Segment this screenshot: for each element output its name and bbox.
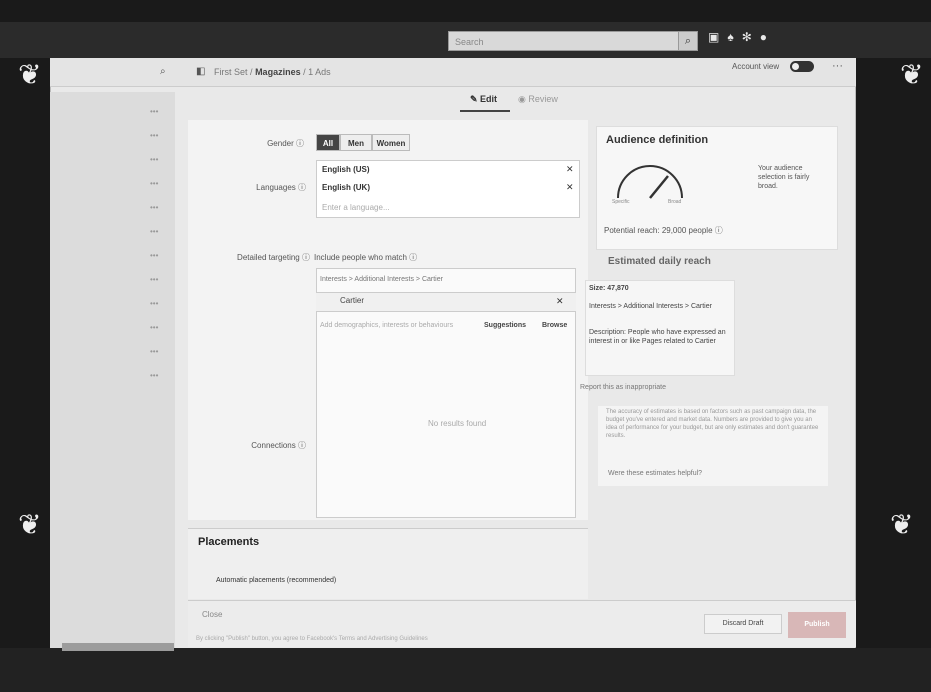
notification-bell-icon[interactable]: ♠ <box>727 30 741 44</box>
info-size: Size: 47,870 <box>589 285 629 292</box>
detailed-targeting-label: Detailed targeting ⓘ <box>237 253 310 262</box>
audience-description: Your audience selection is fairly broad. <box>758 165 810 190</box>
more-icon[interactable]: ··· <box>832 60 843 72</box>
search-icon[interactable]: ⌕ <box>160 66 166 77</box>
terms-text: By clicking "Publish" button, you agree … <box>196 636 428 642</box>
include-text: Include people who match ⓘ <box>314 253 418 262</box>
top-icons: ▣♠✻● <box>708 30 775 44</box>
gender-women-button[interactable]: Women <box>372 134 410 151</box>
remove-language-icon[interactable]: ✕ <box>566 164 574 175</box>
ornament-icon: ❦ <box>18 58 42 91</box>
ornament-icon: ❦ <box>890 508 914 541</box>
automatic-placements-option[interactable]: Automatic placements (recommended) <box>216 577 336 584</box>
targeting-input[interactable]: Add demographics, interests or behaviour… <box>320 322 453 329</box>
interest-path: Interests > Additional Interests > Carti… <box>320 276 443 283</box>
info-interests: Interests > Additional Interests > Carti… <box>589 303 712 310</box>
languages-label: Languages ⓘ <box>256 183 306 192</box>
horizontal-scrollbar[interactable] <box>62 643 174 651</box>
audience-gauge <box>617 165 683 199</box>
helpful-link[interactable]: Were these estimates helpful? <box>608 470 702 477</box>
crumb-ads[interactable]: 1 Ads <box>308 67 331 77</box>
browse-button[interactable]: Browse <box>542 322 567 329</box>
language-input[interactable]: Enter a language... <box>322 203 390 212</box>
estimated-reach-title: Estimated daily reach <box>608 256 711 267</box>
gender-all-button[interactable]: All <box>316 134 340 151</box>
language-item: English (UK) <box>322 183 370 192</box>
tab-edit[interactable]: ✎ Edit <box>470 94 497 105</box>
breadcrumb: First Set / Magazines / 1 Ads <box>214 67 331 77</box>
ornament-icon: ❦ <box>900 58 924 91</box>
potential-reach: Potential reach: 29,000 people ⓘ <box>604 226 723 235</box>
sidebar-icons: ••• ••• ••• ••• ••• ••• ••• ••• ••• ••• ••• ••• <box>150 107 159 380</box>
remove-interest-icon[interactable]: ✕ <box>556 296 564 307</box>
gauge-broad-label: Broad <box>668 199 682 205</box>
no-results-text: No results found <box>428 419 487 428</box>
gauge-specific-label: Specific <box>612 199 630 205</box>
tab-review[interactable]: ◉ Review <box>518 94 558 105</box>
discard-draft-button[interactable]: Discard Draft <box>704 614 782 634</box>
gender-men-button[interactable]: Men <box>340 134 372 151</box>
search-input[interactable]: Search <box>448 31 682 51</box>
tab-edit-underline <box>460 110 510 112</box>
search-icon[interactable]: ⌕ <box>678 31 698 51</box>
crumb-campaign[interactable]: First Set <box>214 67 248 77</box>
panel-toggle-icon[interactable]: ◧ <box>196 66 205 77</box>
close-button[interactable]: Close <box>202 610 222 619</box>
bottom-frame <box>0 648 931 692</box>
gender-label: Gender ⓘ <box>267 139 304 148</box>
account-view-label: Account view <box>732 62 780 71</box>
crumb-adset[interactable]: Magazines <box>255 67 301 77</box>
interest-chip-label: Cartier <box>340 296 365 305</box>
avatar-icon[interactable]: ▣ <box>708 30 727 44</box>
remove-language-icon[interactable]: ✕ <box>566 182 574 193</box>
disclaimer-text: The accuracy of estimates is based on fa… <box>606 409 819 439</box>
account-view-toggle[interactable] <box>790 61 814 72</box>
interest-info-text: Size: 47,870 Interests > Additional Inte… <box>585 280 735 376</box>
report-link[interactable]: Report this as inappropriate <box>580 384 666 391</box>
help-icon[interactable]: ● <box>760 30 775 44</box>
connections-label: Connections ⓘ <box>251 441 306 450</box>
gear-icon[interactable]: ✻ <box>742 30 760 44</box>
info-description: Description: People who have expressed a… <box>589 329 726 345</box>
publish-button[interactable]: Publish <box>788 612 846 638</box>
audience-title: Audience definition <box>606 134 709 146</box>
language-item: English (US) <box>322 165 370 174</box>
ornament-icon: ❦ <box>18 508 42 541</box>
placements-title: Placements <box>198 536 260 548</box>
suggestions-button[interactable]: Suggestions <box>484 322 526 329</box>
